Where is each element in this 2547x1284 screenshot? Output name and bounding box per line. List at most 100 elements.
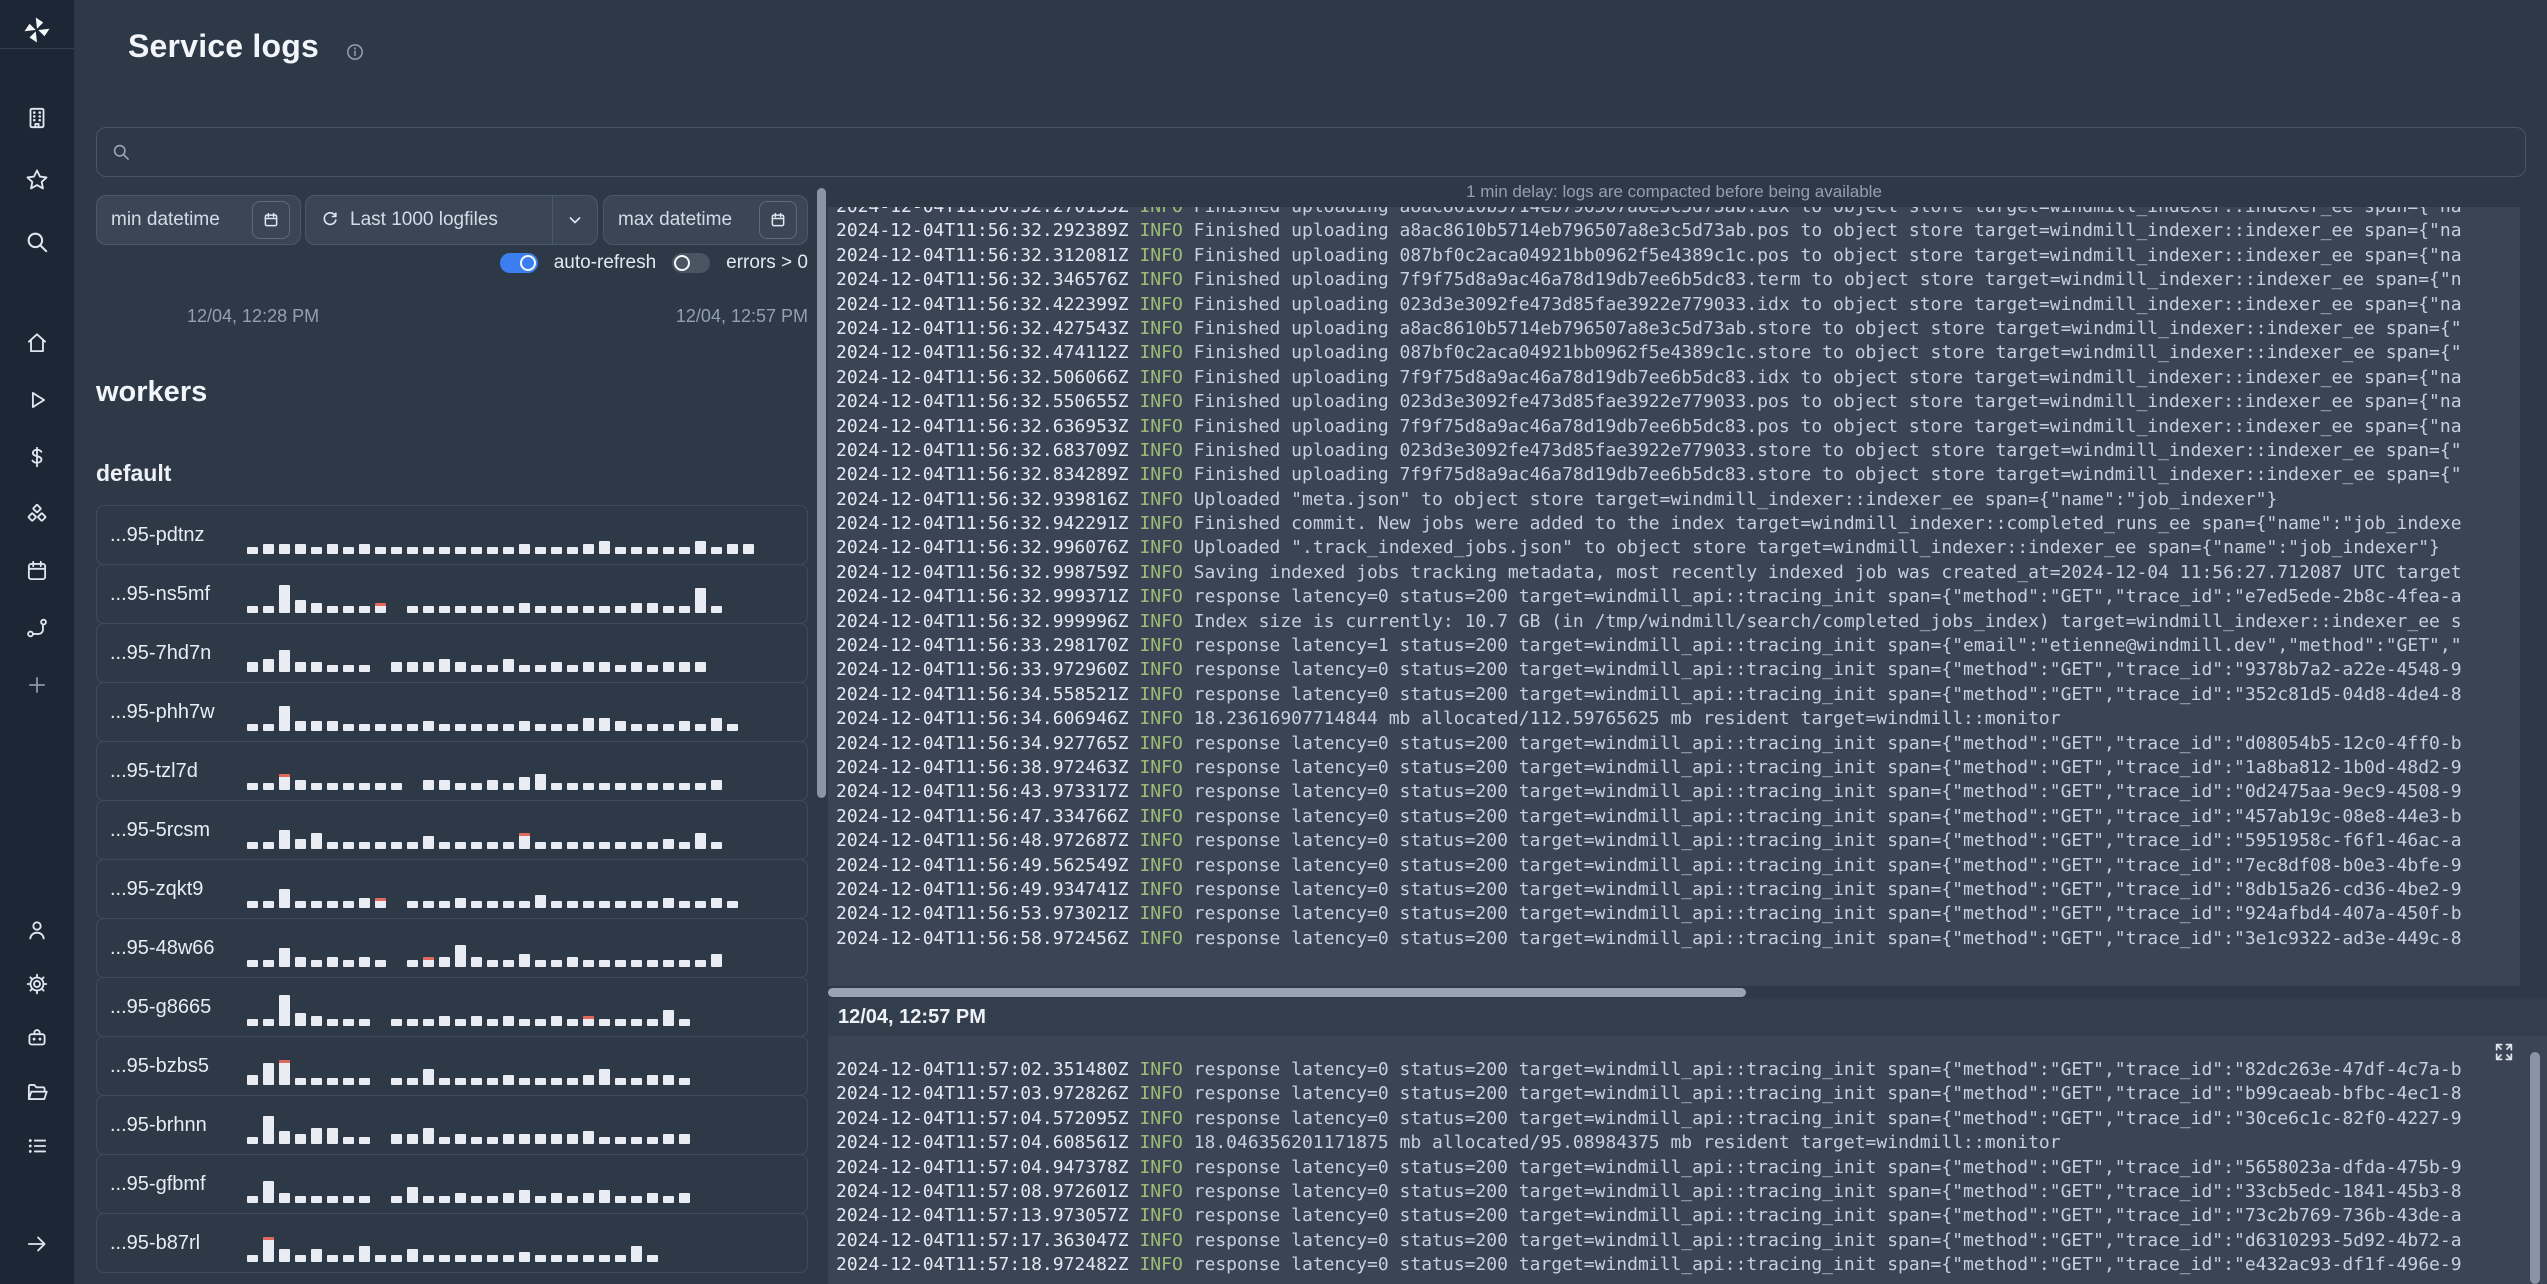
sparkline-bar: [311, 721, 322, 731]
plus-icon[interactable]: [24, 672, 50, 698]
sparkline-bar: [567, 1078, 578, 1085]
min-datetime-calendar-button[interactable]: [252, 201, 290, 239]
log-row: 2024-12-04T11:57:04.608561Z INFO 18.0463…: [828, 1131, 2547, 1155]
sparkline-bar: [471, 783, 482, 790]
sparkline-bar: [599, 783, 610, 790]
sparkline-bar: [503, 724, 514, 731]
logfile-count-select[interactable]: Last 1000 logfiles: [305, 195, 598, 245]
worker-row[interactable]: ...95-gfbmf: [96, 1154, 808, 1214]
sparkline-bar: [679, 1134, 690, 1144]
sparkline-bar: [519, 721, 530, 731]
sparkline-bar: [423, 836, 434, 849]
user-icon[interactable]: [24, 917, 50, 943]
home-icon[interactable]: [24, 330, 50, 356]
log-pane-bottom[interactable]: 2024-12-04T11:57:02.351480Z INFO respons…: [828, 1036, 2547, 1284]
sparkline-bar: [631, 1196, 642, 1203]
sparkline-bar: [535, 774, 546, 790]
worker-row[interactable]: ...95-pdtnz: [96, 505, 808, 565]
play-icon[interactable]: [24, 387, 50, 413]
sparkline-bar: [599, 842, 610, 849]
worker-row[interactable]: ...95-ns5mf: [96, 564, 808, 624]
log-timestamp: 2024-12-04T11:56:32.636953Z: [836, 415, 1129, 437]
log-level-badge: INFO: [1128, 830, 1194, 852]
folder-icon[interactable]: [24, 1079, 50, 1105]
sparkline-bar: [327, 1128, 338, 1144]
log-timestamp: 2024-12-04T11:57:13.973057Z: [836, 1205, 1129, 1227]
min-datetime-filter[interactable]: min datetime: [96, 195, 301, 245]
sparkline-bar: [455, 547, 466, 554]
list-icon[interactable]: [24, 1133, 50, 1159]
sparkline-bar: [295, 662, 306, 672]
search-bar: [96, 127, 2526, 177]
robot-icon[interactable]: [24, 1025, 50, 1051]
sparkline-bar-error: [279, 1060, 290, 1085]
sparkline-bar: [327, 606, 338, 613]
max-datetime-calendar-button[interactable]: [759, 201, 797, 239]
building-icon[interactable]: [24, 105, 50, 131]
star-icon[interactable]: [24, 167, 50, 193]
sparkline-bar: [439, 780, 450, 790]
expand-icon[interactable]: [2492, 1040, 2516, 1064]
sparkline-bar: [647, 1193, 658, 1203]
arrow-right-icon[interactable]: [24, 1231, 50, 1257]
log-row: 2024-12-04T11:56:38.972463Z INFO respons…: [828, 756, 2520, 780]
sparkline-bar: [327, 1019, 338, 1026]
boxes-icon[interactable]: [24, 501, 50, 527]
bottom-pane-vertical-scrollbar[interactable]: [2530, 1052, 2540, 1284]
sparkline-bar: [711, 606, 722, 613]
max-datetime-filter[interactable]: max datetime: [603, 195, 808, 245]
info-icon[interactable]: [345, 42, 365, 62]
flow-icon[interactable]: [24, 615, 50, 641]
sparkline-bar: [343, 960, 354, 967]
sparkline-bar: [471, 901, 482, 908]
dollar-icon[interactable]: [24, 444, 50, 470]
worker-row[interactable]: ...95-phh7w: [96, 682, 808, 742]
worker-row[interactable]: ...95-b87rl: [96, 1213, 808, 1273]
sparkline-bar: [583, 1193, 594, 1203]
log-message: response latency=0 status=200 target=win…: [1193, 878, 2462, 900]
sparkline-bar: [343, 1019, 354, 1026]
logfile-count-dropdown-button[interactable]: [553, 196, 597, 244]
auto-refresh-label: auto-refresh: [553, 252, 657, 273]
worker-row[interactable]: ...95-zqkt9: [96, 859, 808, 919]
sparkline-bar: [615, 960, 626, 967]
log-row: 2024-12-04T11:57:18.972482Z INFO respons…: [828, 1253, 2547, 1277]
worker-row[interactable]: ...95-5rcsm: [96, 800, 808, 860]
sparkline-bar: [407, 842, 418, 849]
sparkline-bar: [455, 1019, 466, 1026]
top-pane-vertical-scrollbar[interactable]: [817, 188, 826, 798]
log-timestamp: 2024-12-04T11:56:32.683709Z: [836, 439, 1129, 461]
sparkline-bar: [359, 1196, 370, 1203]
sparkline-bar: [343, 783, 354, 790]
sparkline-bar: [343, 724, 354, 731]
sparkline-bar: [615, 842, 626, 849]
search-input[interactable]: [141, 140, 2511, 164]
log-row: 2024-12-04T11:56:32.427543Z INFO Finishe…: [828, 317, 2520, 341]
horizontal-scrollbar-thumb[interactable]: [828, 987, 1746, 997]
errors-filter-toggle[interactable]: [672, 253, 711, 273]
worker-row[interactable]: ...95-tzl7d: [96, 741, 808, 801]
worker-activity-sparkline: [247, 1096, 795, 1154]
log-row: 2024-12-04T11:57:04.947378Z INFO respons…: [828, 1156, 2547, 1180]
worker-row[interactable]: ...95-brhnn: [96, 1095, 808, 1155]
worker-row[interactable]: ...95-48w66: [96, 918, 808, 978]
search-icon[interactable]: [24, 229, 50, 255]
auto-refresh-toggle[interactable]: [499, 253, 538, 273]
sparkline-bar: [263, 960, 274, 967]
log-pane-top[interactable]: 2024-12-04T11:56:32.270153Z INFO Finishe…: [828, 207, 2520, 986]
sparkline-bar: [263, 1063, 274, 1085]
windmill-logo[interactable]: [0, 10, 74, 50]
sparkline-bar: [647, 665, 658, 672]
sparkline-bar: [311, 901, 322, 908]
worker-row[interactable]: ...95-bzbs5: [96, 1036, 808, 1096]
calendar-icon[interactable]: [24, 558, 50, 584]
sparkline-bar: [423, 721, 434, 731]
sparkline-bar: [551, 901, 562, 908]
horizontal-scrollbar-track[interactable]: [828, 986, 2547, 998]
sparkline-bar: [439, 659, 450, 672]
worker-row[interactable]: ...95-g8665: [96, 977, 808, 1037]
worker-row[interactable]: ...95-7hd7n: [96, 623, 808, 683]
sparkline-bar: [407, 606, 418, 613]
worker-name: ...95-tzl7d: [110, 759, 198, 782]
gear-icon[interactable]: [24, 971, 50, 997]
